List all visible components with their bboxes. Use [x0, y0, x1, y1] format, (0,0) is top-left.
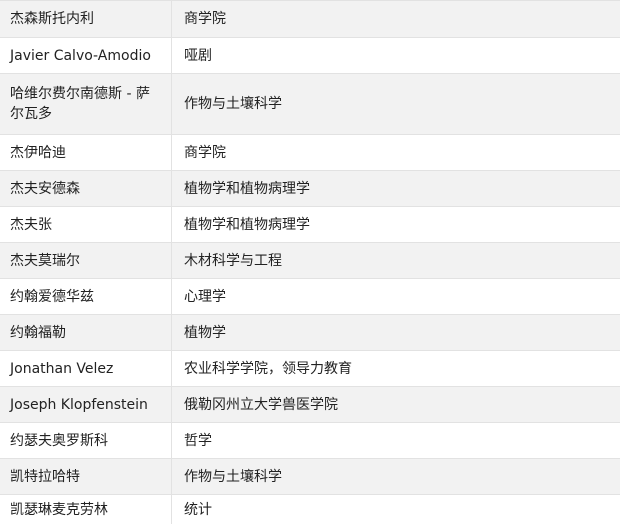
name-cell: 凯特拉哈特 — [0, 459, 172, 494]
name-cell: 杰夫张 — [0, 207, 172, 242]
name-cell: 约瑟夫奥罗斯科 — [0, 423, 172, 458]
table-row: 凯特拉哈特 作物与土壤科学 — [0, 459, 620, 495]
table-row: 杰森斯托内利 商学院 — [0, 1, 620, 38]
table-row: 约翰福勒 植物学 — [0, 315, 620, 351]
name-cell: 杰森斯托内利 — [0, 1, 172, 37]
name-cell: Joseph Klopfenstein — [0, 387, 172, 422]
department-cell: 哑剧 — [184, 47, 212, 64]
department-cell: 植物学和植物病理学 — [184, 216, 310, 233]
department-cell: 作物与土壤科学 — [184, 468, 282, 485]
table-row: 哈维尔费尔南德斯 - 萨尔瓦多 作物与土壤科学 — [0, 74, 620, 135]
name-cell: 哈维尔费尔南德斯 - 萨尔瓦多 — [0, 74, 172, 134]
department-cell: 木材科学与工程 — [184, 252, 282, 269]
table-row: 杰夫张 植物学和植物病理学 — [0, 207, 620, 243]
table-row: 约瑟夫奥罗斯科 哲学 — [0, 423, 620, 459]
faculty-table: 杰森斯托内利 商学院 Javier Calvo-Amodio 哑剧 哈维尔费尔南… — [0, 0, 620, 524]
department-cell: 作物与土壤科学 — [184, 96, 282, 112]
department-cell: 俄勒冈州立大学兽医学院 — [184, 396, 338, 413]
name-cell: 约翰福勒 — [0, 315, 172, 350]
name-cell: 凯瑟琳麦克劳林 — [0, 495, 172, 524]
table-row: 凯瑟琳麦克劳林 统计 — [0, 495, 620, 524]
department-cell: 商学院 — [184, 144, 226, 161]
department-cell: 统计 — [184, 502, 212, 518]
name-cell: 杰伊哈迪 — [0, 135, 172, 170]
department-cell: 哲学 — [184, 432, 212, 449]
name-cell: 杰夫莫瑞尔 — [0, 243, 172, 278]
table-row: 杰夫安德森 植物学和植物病理学 — [0, 171, 620, 207]
department-cell: 植物学 — [184, 324, 226, 341]
name-cell: 杰夫安德森 — [0, 171, 172, 206]
name-cell: Jonathan Velez — [0, 351, 172, 386]
table-row: 杰夫莫瑞尔 木材科学与工程 — [0, 243, 620, 279]
department-cell: 商学院 — [184, 11, 226, 27]
table-row: 杰伊哈迪 商学院 — [0, 135, 620, 171]
department-cell: 心理学 — [184, 288, 226, 305]
name-cell: 约翰爱德华兹 — [0, 279, 172, 314]
table-row: Javier Calvo-Amodio 哑剧 — [0, 38, 620, 74]
department-cell: 植物学和植物病理学 — [184, 180, 310, 197]
name-cell: Javier Calvo-Amodio — [0, 38, 172, 73]
department-cell: 农业科学学院，领导力教育 — [184, 360, 352, 377]
table-row: Jonathan Velez 农业科学学院，领导力教育 — [0, 351, 620, 387]
table-row: Joseph Klopfenstein 俄勒冈州立大学兽医学院 — [0, 387, 620, 423]
table-row: 约翰爱德华兹 心理学 — [0, 279, 620, 315]
